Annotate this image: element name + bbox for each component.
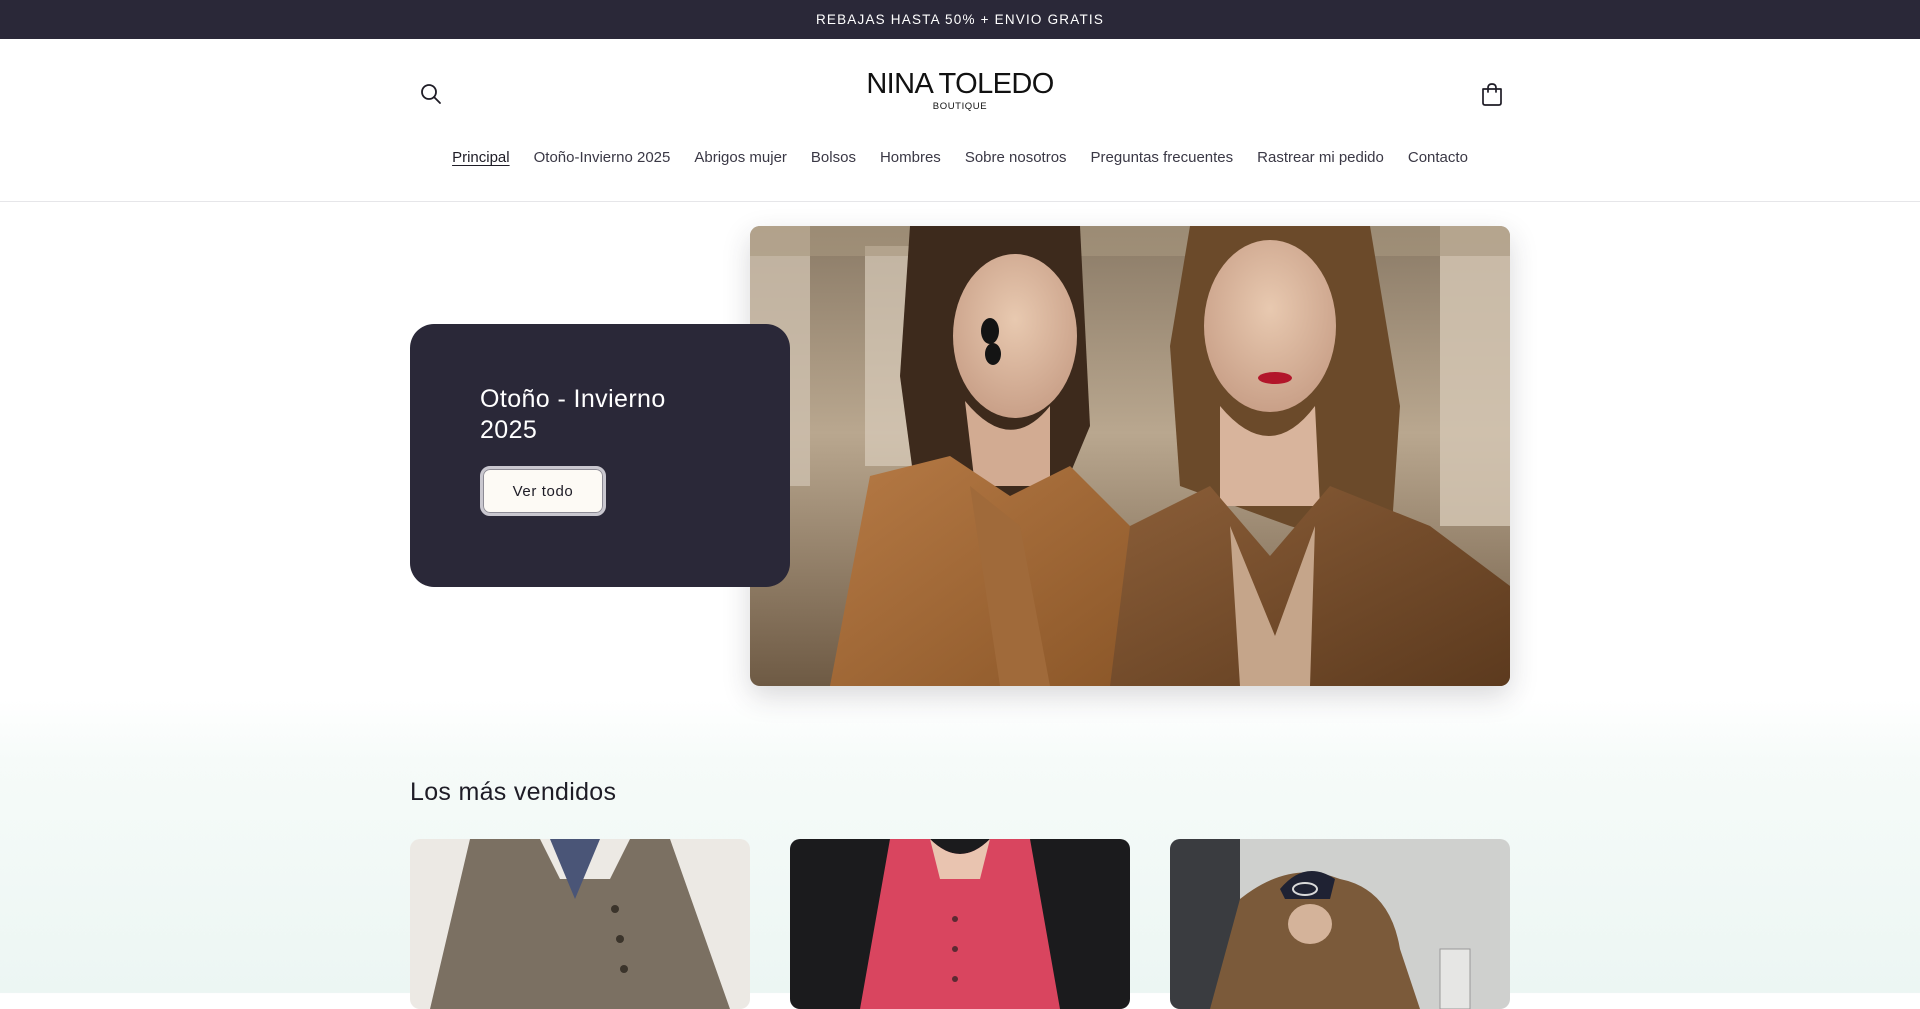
- logo-wordmark: NINA TOLEDO: [866, 68, 1054, 100]
- hero-title: Otoño - Invierno 2025: [480, 385, 666, 444]
- nav-item-sobre-nosotros[interactable]: Sobre nosotros: [965, 149, 1067, 169]
- search-icon: [421, 84, 441, 104]
- product-card[interactable]: [790, 839, 1130, 1009]
- main-navigation: Principal Otoño-Invierno 2025 Abrigos mu…: [0, 149, 1920, 169]
- nav-item-rastrear-pedido[interactable]: Rastrear mi pedido: [1257, 149, 1384, 169]
- product-card[interactable]: [1170, 839, 1510, 1009]
- product-image: [790, 839, 1130, 1009]
- cart-button[interactable]: [1478, 80, 1506, 108]
- hero-image: [750, 226, 1510, 686]
- logo-subtitle: BOUTIQUE: [932, 101, 988, 112]
- brand-logo[interactable]: NINA TOLEDO BOUTIQUE: [840, 69, 1080, 112]
- product-image: [410, 839, 750, 1009]
- nav-item-hombres[interactable]: Hombres: [880, 149, 941, 169]
- nav-item-contacto[interactable]: Contacto: [1408, 149, 1468, 169]
- hero-card: Otoño - Invierno 2025 Ver todo: [410, 324, 790, 587]
- search-button[interactable]: [418, 81, 444, 107]
- nav-item-bolsos[interactable]: Bolsos: [811, 149, 856, 169]
- nav-item-preguntas-frecuentes[interactable]: Preguntas frecuentes: [1091, 149, 1234, 169]
- product-card[interactable]: [410, 839, 750, 1009]
- nav-item-principal[interactable]: Principal: [452, 149, 510, 169]
- product-image: [1170, 839, 1510, 1009]
- bestsellers-title: Los más vendidos: [410, 778, 617, 806]
- cart-icon: [1482, 83, 1502, 106]
- announcement-text: REBAJAS HASTA 50% + ENVIO GRATIS: [815, 12, 1105, 27]
- ver-todo-button[interactable]: Ver todo: [480, 466, 606, 516]
- nav-item-abrigos-mujer[interactable]: Abrigos mujer: [694, 149, 787, 169]
- site-header: NINA TOLEDO BOUTIQUE Principal Otoño-Inv…: [0, 39, 1920, 202]
- nav-item-otono-invierno[interactable]: Otoño-Invierno 2025: [534, 149, 671, 169]
- announcement-bar: REBAJAS HASTA 50% + ENVIO GRATIS: [0, 0, 1920, 39]
